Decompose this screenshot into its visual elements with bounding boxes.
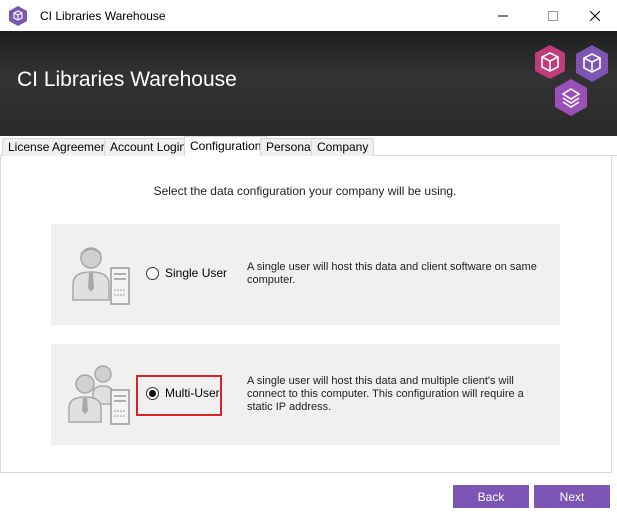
- window-title: CI Libraries Warehouse: [40, 9, 166, 23]
- multi-user-description: A single user will host this data and mu…: [247, 375, 524, 413]
- single-user-label: Single User: [165, 266, 228, 280]
- single-user-option-card[interactable]: Single User A single user will host this…: [51, 224, 560, 325]
- multi-user-label: Multi-User: [165, 386, 220, 400]
- single-user-radio[interactable]: [146, 266, 159, 280]
- box-hexagon-icon: [9, 6, 27, 26]
- header-banner: CI Libraries Warehouse: [0, 31, 617, 136]
- hexagon-cluster-logo: [535, 45, 608, 116]
- multi-user-option-card[interactable]: Multi-User A single user will host this …: [51, 344, 560, 445]
- single-user-description: A single user will host this data and cl…: [247, 261, 537, 286]
- title-bar: CI Libraries Warehouse: [0, 0, 617, 31]
- maximize-button[interactable]: [530, 0, 576, 31]
- close-button[interactable]: [572, 0, 617, 31]
- tab-strip: License Agreement Account Login Configur…: [0, 136, 617, 157]
- minimize-button[interactable]: [480, 0, 526, 31]
- single-user-server-icon: [72, 247, 130, 305]
- multi-user-server-icon: [68, 365, 130, 425]
- multi-user-radio-option[interactable]: Multi-User: [146, 386, 220, 400]
- maximize-icon: [548, 10, 558, 21]
- header-title: CI Libraries Warehouse: [17, 68, 237, 91]
- back-button[interactable]: Back: [453, 485, 529, 508]
- instruction-text: Select the data configuration your compa…: [153, 184, 457, 198]
- tab-configuration[interactable]: Configuration: [184, 136, 268, 157]
- multi-user-radio[interactable]: [146, 386, 159, 400]
- tab-company[interactable]: Company: [311, 138, 375, 156]
- single-user-radio-option[interactable]: Single User: [146, 266, 227, 280]
- configuration-panel: Select the data configuration your compa…: [0, 156, 612, 473]
- close-icon: [590, 10, 600, 21]
- next-button[interactable]: Next: [534, 485, 610, 508]
- tab-account-login[interactable]: Account Login: [104, 138, 193, 156]
- minimize-icon: [498, 15, 508, 16]
- tab-license-agreement[interactable]: License Agreement: [2, 138, 117, 156]
